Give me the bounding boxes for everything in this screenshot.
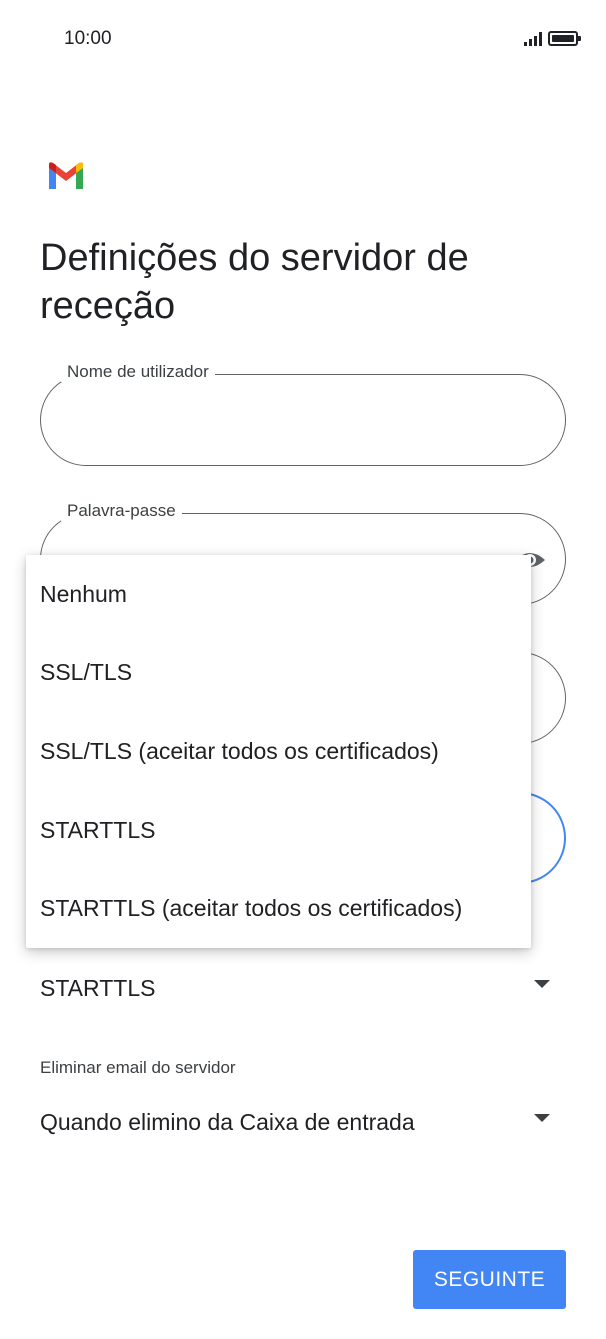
menu-item-starttls[interactable]: STARTTLS	[26, 791, 531, 870]
status-bar: 10:00	[0, 0, 606, 80]
dropdown-arrow-icon[interactable]	[534, 980, 550, 988]
username-input[interactable]	[67, 405, 539, 437]
menu-item-ssl-tls-accept-all[interactable]: SSL/TLS (aceitar todos os certificados)	[26, 712, 531, 791]
username-label: Nome de utilizador	[61, 362, 215, 382]
status-icons	[524, 30, 581, 46]
username-field[interactable]: Nome de utilizador	[40, 362, 566, 466]
delete-email-select[interactable]: Quando elimino da Caixa de entrada	[40, 1100, 560, 1144]
delete-email-label: Eliminar email do servidor	[40, 1058, 236, 1077]
dropdown-arrow-icon[interactable]	[534, 1114, 550, 1122]
menu-item-none[interactable]: Nenhum	[26, 555, 531, 634]
security-dropdown-menu: Nenhum SSL/TLS SSL/TLS (aceitar todos os…	[26, 555, 531, 948]
next-button[interactable]: SEGUINTE	[413, 1250, 566, 1309]
delete-email-selected-value: Quando elimino da Caixa de entrada	[40, 1109, 415, 1135]
gmail-logo-icon	[49, 162, 83, 189]
signal-icon	[524, 30, 542, 46]
security-select[interactable]: STARTTLS	[40, 966, 560, 1010]
battery-icon	[548, 31, 581, 46]
menu-item-ssl-tls[interactable]: SSL/TLS	[26, 634, 531, 713]
menu-item-starttls-accept-all[interactable]: STARTTLS (aceitar todos os certificados)	[26, 869, 531, 948]
password-label: Palavra-passe	[61, 501, 182, 521]
security-selected-value: STARTTLS	[40, 975, 156, 1001]
status-time: 10:00	[64, 28, 112, 49]
page-title: Definições do servidor de receção	[40, 237, 469, 327]
